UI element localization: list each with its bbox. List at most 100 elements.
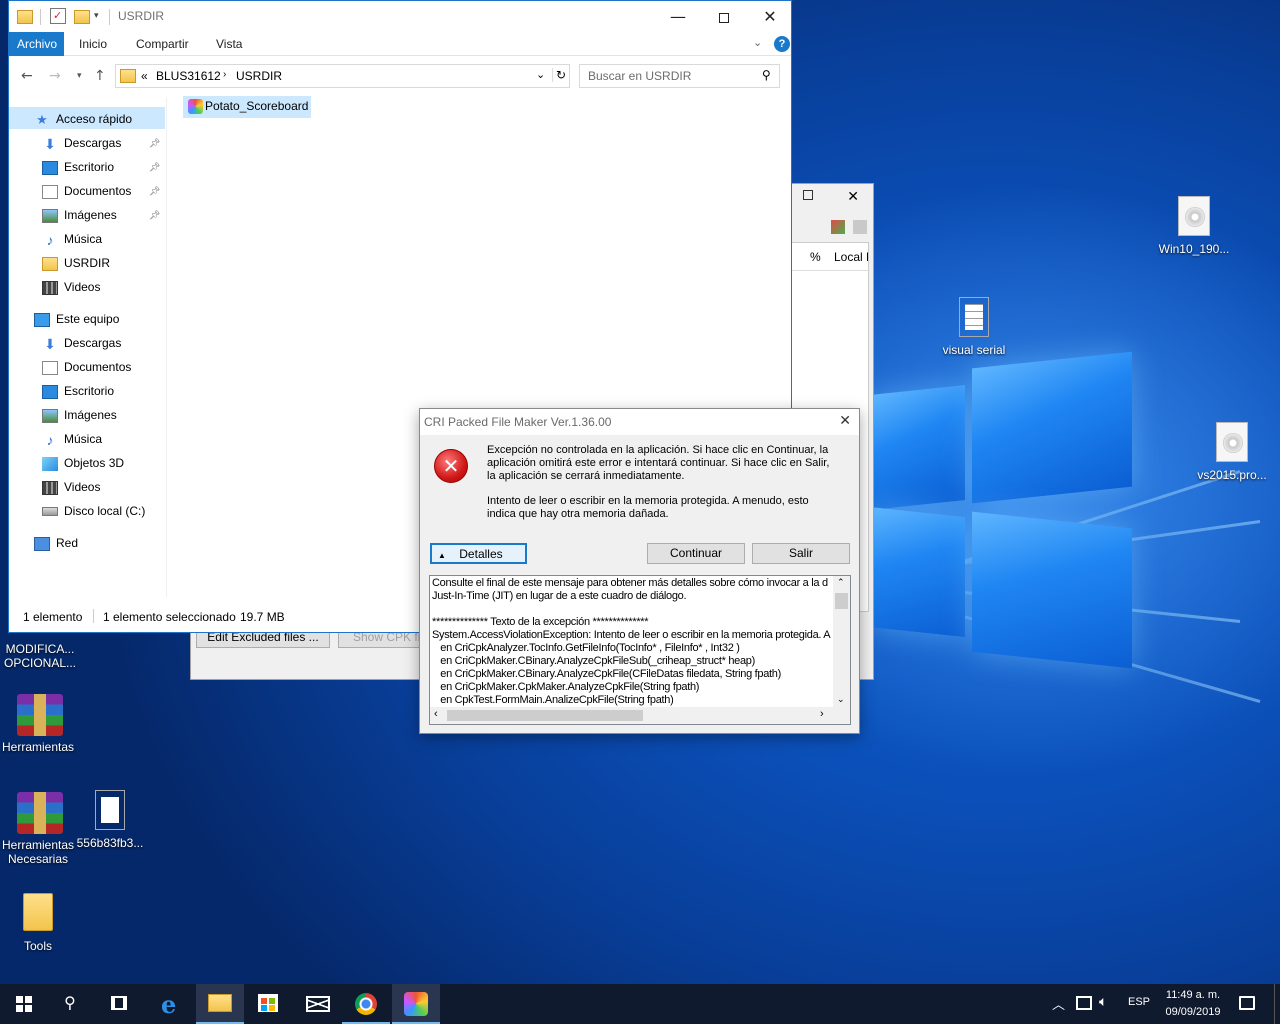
- tab-compartir[interactable]: Compartir: [127, 32, 198, 56]
- details-button[interactable]: ▲ Detalles: [430, 543, 527, 564]
- refresh-icon[interactable]: ↻: [552, 68, 566, 82]
- volume-icon[interactable]: 🔈︎: [1099, 993, 1107, 1010]
- back-icon[interactable]: ←: [21, 68, 33, 84]
- tab-archivo[interactable]: Archivo: [9, 32, 64, 56]
- nav-item[interactable]: Escritorio: [42, 380, 114, 402]
- breadcrumb-item[interactable]: BLUS31612: [156, 69, 221, 83]
- desktop-icon-win10[interactable]: Win10_190...: [1156, 196, 1232, 256]
- exception-line: en CriCpkMaker.CBinary.AnalyzeCpkFileSub…: [432, 655, 755, 667]
- nav-item[interactable]: Documentos: [42, 356, 131, 378]
- toolbar-icon[interactable]: [853, 220, 867, 234]
- help-icon[interactable]: ?: [774, 36, 790, 52]
- edge-taskbar-button[interactable]: e: [148, 984, 196, 1024]
- forward-icon[interactable]: →: [49, 68, 61, 84]
- chrome-taskbar-button[interactable]: [342, 984, 390, 1024]
- action-center-icon[interactable]: [1239, 996, 1255, 1010]
- clock-date: 09/09/2019: [1165, 1006, 1221, 1018]
- exit-button[interactable]: Salir: [752, 543, 850, 564]
- maximize-button[interactable]: [701, 1, 747, 32]
- tab-inicio[interactable]: Inicio: [70, 32, 116, 56]
- language-indicator[interactable]: ESP: [1128, 996, 1150, 1008]
- desktop-icon-visual-serial[interactable]: visual serial: [936, 297, 1012, 357]
- horizontal-scrollbar[interactable]: ‹ ›: [430, 707, 850, 724]
- nav-item[interactable]: USRDIR: [42, 252, 110, 274]
- new-folder-icon[interactable]: [74, 10, 90, 24]
- expand-ribbon-icon[interactable]: ⌄: [753, 36, 762, 49]
- nav-item[interactable]: Red: [34, 532, 78, 554]
- minimize-button[interactable]: —: [655, 1, 701, 32]
- toolbar-icon[interactable]: [831, 220, 845, 234]
- pin-icon[interactable]: 📌︎: [149, 156, 160, 178]
- breadcrumb-item[interactable]: USRDIR: [236, 69, 282, 83]
- scroll-down-icon[interactable]: ⌄: [837, 694, 845, 705]
- customize-quick-access-icon[interactable]: ▾: [94, 10, 99, 21]
- close-button[interactable]: ✕: [747, 1, 793, 32]
- nav-item[interactable]: ★ Acceso rápido: [34, 108, 132, 130]
- nav-item[interactable]: ⬇ Descargas 📌︎: [42, 132, 160, 154]
- breadcrumb-overflow[interactable]: «: [141, 69, 148, 83]
- scroll-left-icon[interactable]: ‹: [434, 708, 438, 720]
- nav-item[interactable]: Este equipo: [34, 308, 119, 330]
- column-header-percent[interactable]: %: [810, 250, 821, 264]
- clock[interactable]: 11:49 a. m. 09/09/2019: [1154, 987, 1232, 1021]
- up-icon[interactable]: ↑: [94, 68, 106, 84]
- search-box[interactable]: Buscar en USRDIR ⚲: [579, 64, 780, 88]
- file-item[interactable]: Potato_Scoreboard: [183, 96, 311, 118]
- pin-icon[interactable]: 📌︎: [149, 180, 160, 202]
- mail-taskbar-button[interactable]: [294, 984, 342, 1024]
- desktop-icon-556b83fb3[interactable]: 556b83fb3...: [72, 790, 148, 850]
- show-desktop-button[interactable]: [1274, 984, 1280, 1024]
- nav-item[interactable]: ♪ Música: [42, 428, 103, 450]
- scroll-right-icon[interactable]: ›: [820, 708, 824, 720]
- title-bar[interactable]: ✓ ▾ USRDIR — ✕: [9, 1, 791, 32]
- desktop-icon-tools[interactable]: Tools: [0, 893, 76, 953]
- desktop-icon-vs2015[interactable]: vs2015.pro...: [1194, 422, 1270, 482]
- file-explorer-taskbar-button[interactable]: [196, 984, 244, 1024]
- exception-details-text[interactable]: Consulte el final de este mensaje para o…: [429, 575, 851, 725]
- scroll-up-icon[interactable]: ⌃: [837, 577, 845, 588]
- address-row: ← → ▾ ↑ « BLUS31612 › USRDIR ⌄ ↻ Buscar …: [9, 56, 791, 96]
- nav-item[interactable]: Disco local (C:): [42, 500, 145, 522]
- pin-icon[interactable]: 📌︎: [149, 132, 160, 154]
- show-hidden-icons[interactable]: ︿: [1052, 994, 1065, 1013]
- column-header-local[interactable]: Local F: [834, 250, 868, 264]
- windows-start-icon: [16, 996, 32, 1012]
- scroll-thumb[interactable]: [835, 593, 848, 609]
- desktop-icon-herramientas[interactable]: Herramientas: [0, 694, 76, 754]
- tab-vista[interactable]: Vista: [207, 32, 251, 56]
- search-input[interactable]: Buscar en USRDIR: [588, 69, 691, 83]
- nav-item[interactable]: Documentos 📌︎: [42, 180, 160, 202]
- desktop-icon-herramientas-necesarias[interactable]: Herramientas Necesarias: [0, 792, 76, 866]
- nav-item[interactable]: ♪ Música: [42, 228, 103, 250]
- properties-icon[interactable]: ✓: [50, 8, 66, 24]
- continue-button[interactable]: Continuar: [647, 543, 745, 564]
- network-icon[interactable]: [1076, 996, 1092, 1010]
- nav-item[interactable]: Videos: [42, 476, 100, 498]
- breadcrumb-separator-icon: ›: [223, 69, 227, 80]
- address-bar[interactable]: « BLUS31612 › USRDIR ⌄ ↻: [115, 64, 570, 88]
- nav-item[interactable]: ⬇ Descargas: [42, 332, 121, 354]
- close-icon[interactable]: ✕: [839, 413, 851, 429]
- address-dropdown-icon[interactable]: ⌄: [536, 68, 545, 81]
- pin-icon[interactable]: 📌︎: [149, 204, 160, 226]
- desktop-icon-modifica[interactable]: MODIFICA... OPCIONAL...: [0, 642, 80, 670]
- close-icon[interactable]: ✕: [847, 189, 859, 205]
- start-button[interactable]: [0, 984, 48, 1024]
- scroll-thumb[interactable]: [447, 710, 643, 721]
- nav-item[interactable]: Escritorio 📌︎: [42, 156, 160, 178]
- nav-item[interactable]: Videos: [42, 276, 100, 298]
- nav-item-label: Videos: [64, 280, 101, 294]
- dialog-title-bar[interactable]: CRI Packed File Maker Ver.1.36.00 ✕: [420, 409, 859, 435]
- exception-line: Consulte el final de este mensaje para o…: [432, 577, 828, 589]
- search-button[interactable]: ⚲: [48, 984, 96, 1024]
- nav-item[interactable]: Imágenes 📌︎: [42, 204, 160, 226]
- maximize-icon[interactable]: [803, 190, 813, 200]
- nav-item-label: Este equipo: [56, 312, 120, 326]
- cri-packed-file-maker-taskbar-button[interactable]: [392, 984, 440, 1024]
- nav-item[interactable]: Imágenes: [42, 404, 117, 426]
- store-taskbar-button[interactable]: [244, 984, 292, 1024]
- nav-item[interactable]: Objetos 3D: [42, 452, 124, 474]
- task-view-button[interactable]: [96, 984, 144, 1024]
- recent-locations-icon[interactable]: ▾: [77, 71, 82, 81]
- vertical-scrollbar[interactable]: ⌃ ⌄: [833, 576, 850, 707]
